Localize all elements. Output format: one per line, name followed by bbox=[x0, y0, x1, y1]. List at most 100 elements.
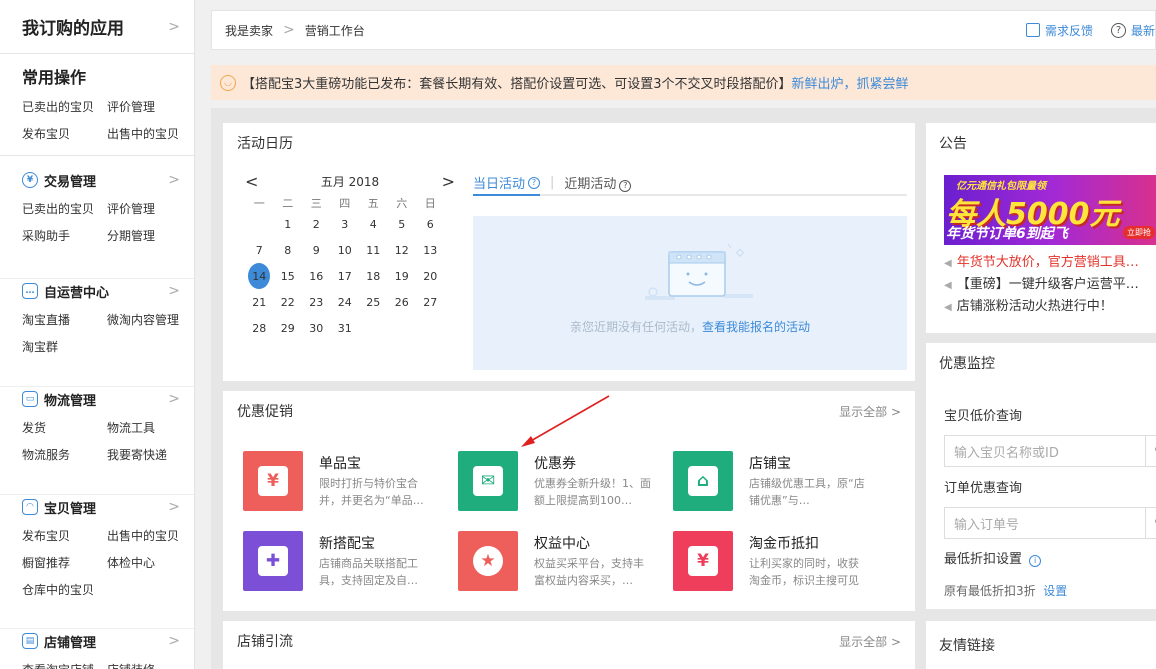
calendar-day[interactable]: 7 bbox=[245, 237, 274, 263]
sidebar-link[interactable]: 物流服务 bbox=[22, 442, 107, 469]
calendar-day[interactable]: 6 bbox=[416, 211, 445, 237]
order-search-input[interactable]: 输入订单号 ⚲ bbox=[944, 507, 1156, 539]
calendar-day[interactable]: 9 bbox=[302, 237, 331, 263]
sidebar-link[interactable]: 微淘内容管理 bbox=[107, 307, 192, 334]
sidebar-link[interactable]: 评价管理 bbox=[107, 94, 192, 121]
calendar-day[interactable]: 1 bbox=[274, 211, 303, 237]
banner-button[interactable]: 立即抢 bbox=[1123, 226, 1155, 239]
sidebar-link[interactable]: 发布宝贝 bbox=[22, 523, 107, 550]
calendar-day[interactable]: 25 bbox=[359, 289, 388, 315]
sidebar-link[interactable]: 体检中心 bbox=[107, 550, 192, 577]
prev-month-icon[interactable]: < bbox=[245, 172, 258, 191]
calendar-day[interactable]: 21 bbox=[245, 289, 274, 315]
calendar-day[interactable]: 12 bbox=[388, 237, 417, 263]
calendar-day[interactable]: 4 bbox=[359, 211, 388, 237]
calendar-day[interactable]: 24 bbox=[331, 289, 360, 315]
my-apps-header[interactable]: 我订购的应用 > bbox=[0, 0, 194, 54]
sidebar-link[interactable]: 采购助手 bbox=[22, 223, 107, 250]
sidebar-link[interactable]: 已卖出的宝贝 bbox=[22, 196, 107, 223]
set-discount-link[interactable]: 设置 bbox=[1043, 584, 1067, 598]
calendar-day[interactable]: 23 bbox=[302, 289, 331, 315]
calendar-day[interactable]: 31 bbox=[331, 315, 360, 341]
promo-item[interactable]: ⌂ 店铺宝 店铺级优惠工具，原“店铺优惠”与… bbox=[673, 451, 873, 513]
common-actions-title: 常用操作 bbox=[22, 68, 87, 87]
sidebar-link[interactable]: 淘宝直播 bbox=[22, 307, 107, 334]
sidebar-link[interactable]: 我要寄快递 bbox=[107, 442, 192, 469]
promotions-show-all[interactable]: 显示全部 > bbox=[839, 403, 901, 420]
sidebar-link[interactable]: 店铺装修 bbox=[107, 657, 192, 669]
sidebar-section-header[interactable]: ◠ 宝贝管理 > bbox=[22, 495, 180, 519]
sidebar-link[interactable]: 发布宝贝 bbox=[22, 121, 107, 148]
calendar-day[interactable]: 2 bbox=[302, 211, 331, 237]
calendar-day[interactable]: 15 bbox=[274, 263, 303, 289]
latest-link[interactable]: ? 最新 bbox=[1110, 22, 1155, 39]
feedback-link[interactable]: 需求反馈 bbox=[1025, 22, 1093, 39]
calendar-day[interactable]: 14 bbox=[245, 263, 274, 289]
calendar-day[interactable]: 3 bbox=[331, 211, 360, 237]
notice-link[interactable]: 新鲜出炉，抓紧尝鲜 bbox=[792, 73, 909, 92]
chevron-right-icon[interactable]: > bbox=[168, 499, 180, 515]
sidebar-link[interactable]: 评价管理 bbox=[107, 196, 192, 223]
view-activities-link[interactable]: 查看我能报名的活动 bbox=[702, 320, 810, 334]
next-month-icon[interactable]: > bbox=[442, 172, 455, 191]
calendar-day[interactable]: 17 bbox=[331, 263, 360, 289]
promo-item[interactable]: ¥ 单品宝 限时打折与特价宝合并，并更名为“单品… bbox=[243, 451, 443, 513]
item-search-placeholder: 输入宝贝名称或ID bbox=[954, 445, 1059, 461]
sidebar-link[interactable]: 物流工具 bbox=[107, 415, 192, 442]
calendar-day[interactable]: 10 bbox=[331, 237, 360, 263]
sidebar-section-header[interactable]: ¥ 交易管理 > bbox=[22, 168, 180, 192]
traffic-show-all[interactable]: 显示全部 > bbox=[839, 633, 901, 650]
promo-item[interactable]: ✚ 新搭配宝 店铺商品关联搭配工具，支持固定及自… bbox=[243, 531, 443, 593]
weekday-label: 六 bbox=[396, 197, 408, 210]
sidebar-link[interactable]: 淘宝群 bbox=[22, 334, 107, 361]
calendar-day[interactable]: 26 bbox=[388, 289, 417, 315]
calendar-day[interactable]: 16 bbox=[302, 263, 331, 289]
sidebar-link[interactable]: 发货 bbox=[22, 415, 107, 442]
calendar-day[interactable]: 29 bbox=[274, 315, 303, 341]
promo-banner-image[interactable]: 亿元通信礼包限量领 每人5000元 年货节订单6到起飞 立即抢 bbox=[944, 175, 1156, 245]
chevron-right-icon[interactable]: > bbox=[168, 19, 180, 35]
sidebar-link[interactable]: 分期管理 bbox=[107, 223, 192, 250]
announcement-item[interactable]: ◀ 店铺涨粉活动火热进行中！ bbox=[944, 296, 1139, 318]
notice-banner: ◡ 【搭配宝3大重磅功能已发布：套餐长期有效、搭配价设置可选、可设置3个不交叉时… bbox=[211, 65, 1156, 100]
calendar-day[interactable]: 8 bbox=[274, 237, 303, 263]
sidebar-section-header[interactable]: ▭ 物流管理 > bbox=[22, 387, 180, 411]
calendar-today[interactable]: 14 bbox=[248, 263, 271, 289]
promo-item[interactable]: ¥ 淘金币抵扣 让利买家的同时，收获淘金币，标识主搜可见 bbox=[673, 531, 873, 593]
announcement-item[interactable]: ◀ 年货节大放价，官方营销工具… bbox=[944, 252, 1139, 274]
sidebar-link[interactable]: 出售中的宝贝 bbox=[107, 523, 192, 550]
sidebar-link[interactable]: 出售中的宝贝 bbox=[107, 121, 192, 148]
chevron-right-icon[interactable]: > bbox=[168, 283, 180, 299]
search-icon[interactable]: ⚲ bbox=[1145, 435, 1156, 467]
chevron-right-icon[interactable]: > bbox=[168, 633, 180, 649]
calendar-day[interactable]: 5 bbox=[388, 211, 417, 237]
calendar-day[interactable]: 27 bbox=[416, 289, 445, 315]
promo-item[interactable]: ★ 权益中心 权益买采平台，支持丰富权益内容采买，… bbox=[458, 531, 658, 593]
promo-item[interactable]: ✉ 优惠券 优惠券全新升级！1、面额上限提高到100… bbox=[458, 451, 658, 513]
calendar-day[interactable]: 18 bbox=[359, 263, 388, 289]
breadcrumb-seller[interactable]: 我是卖家 bbox=[225, 22, 273, 39]
calendar-day[interactable]: 19 bbox=[388, 263, 417, 289]
search-icon[interactable]: ⚲ bbox=[1145, 507, 1156, 539]
my-apps-title: 我订购的应用 bbox=[22, 19, 124, 39]
calendar-day[interactable]: 22 bbox=[274, 289, 303, 315]
info-icon[interactable]: i bbox=[1029, 554, 1042, 567]
sidebar-link[interactable]: 仓库中的宝贝 bbox=[22, 577, 107, 604]
calendar-day[interactable]: 30 bbox=[302, 315, 331, 341]
sidebar-link[interactable]: 查看淘宝店铺 bbox=[22, 657, 107, 669]
sidebar-link[interactable]: 已卖出的宝贝 bbox=[22, 94, 107, 121]
sidebar-link[interactable]: 橱窗推荐 bbox=[22, 550, 107, 577]
calendar-day[interactable]: 20 bbox=[416, 263, 445, 289]
calendar-day[interactable]: 13 bbox=[416, 237, 445, 263]
tab-recent-activity[interactable]: 近期活动? bbox=[564, 173, 632, 192]
announcement-item[interactable]: ◀ 【重磅】一键升级客户运营平… bbox=[944, 274, 1139, 296]
calendar-day[interactable]: 11 bbox=[359, 237, 388, 263]
chevron-right-icon[interactable]: > bbox=[168, 172, 180, 188]
calendar-day[interactable]: 28 bbox=[245, 315, 274, 341]
sidebar-section-header[interactable]: … 自运营中心 > bbox=[22, 279, 180, 303]
tab-today-activity[interactable]: 当日活动? bbox=[473, 171, 541, 196]
chevron-right-icon[interactable]: > bbox=[168, 391, 180, 407]
sidebar-section-header[interactable]: ▤ 店铺管理 > bbox=[22, 629, 180, 653]
item-search-input[interactable]: 输入宝贝名称或ID ⚲ bbox=[944, 435, 1156, 467]
sidebar-section: ◠ 宝贝管理 > 发布宝贝 出售中的宝贝 橱窗推荐 体检中心 仓库中的宝贝 bbox=[0, 494, 194, 604]
